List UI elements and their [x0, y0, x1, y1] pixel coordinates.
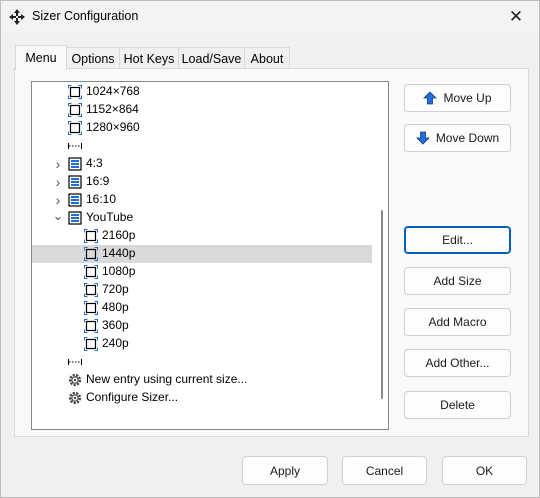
tree-item[interactable]: 720p	[32, 281, 372, 299]
tree-item-label: 240p	[102, 336, 129, 350]
separator-icon	[68, 359, 82, 365]
size-icon	[84, 301, 98, 315]
menu-tab-panel: Configure Sizer... New entry using curren…	[14, 68, 529, 437]
size-icon	[84, 319, 98, 333]
tree-item-label: 1440p	[102, 246, 136, 260]
chevron-right-icon[interactable]: ›	[53, 191, 63, 209]
tree-item[interactable]: 1080p	[32, 263, 372, 281]
tree-item-label: YouTube	[86, 210, 134, 224]
delete-button[interactable]: Delete	[404, 391, 511, 419]
tree-item[interactable]: › 16:9	[32, 173, 372, 191]
add-macro-button[interactable]: Add Macro	[404, 308, 511, 336]
folder-list-icon	[68, 157, 82, 171]
tree-item-label: 16:10	[86, 192, 117, 206]
tree-item-label: 360p	[102, 318, 129, 332]
tree-item-label: 1024×768	[86, 84, 140, 98]
folder-list-icon	[68, 193, 82, 207]
arrow-up-icon	[423, 91, 438, 105]
folder-list-icon	[68, 175, 82, 189]
tree-item-label: 1280×960	[86, 120, 140, 134]
tab-options[interactable]: Options	[66, 47, 120, 69]
tree-item-label: 720p	[102, 282, 129, 296]
tree-item[interactable]: 1024×768	[32, 83, 372, 101]
tree-item[interactable]: 1440p	[32, 245, 372, 263]
tree-item-label: 2160p	[102, 228, 136, 242]
chevron-right-icon[interactable]: ›	[53, 173, 63, 191]
tree-item-label: 480p	[102, 300, 129, 314]
title-bar[interactable]: Sizer Configuration ✕	[1, 1, 539, 33]
close-icon: ✕	[508, 7, 524, 26]
tree-item-label: New entry using current size...	[86, 372, 248, 386]
tree-separator-row[interactable]	[32, 137, 372, 155]
tree-item[interactable]: 1152×864	[32, 101, 372, 119]
size-icon	[84, 265, 98, 279]
apply-button[interactable]: Apply	[242, 456, 328, 485]
arrow-down-icon	[415, 131, 430, 145]
tree-item[interactable]: 240p	[32, 335, 372, 353]
tab-hot-keys[interactable]: Hot Keys	[119, 47, 179, 69]
ok-button[interactable]: OK	[442, 456, 527, 485]
move-arrows-icon	[9, 9, 25, 25]
chevron-down-icon[interactable]: ⌄	[53, 207, 64, 225]
chevron-right-icon[interactable]: ›	[53, 155, 63, 173]
tab-about[interactable]: About	[244, 47, 290, 69]
tab-menu[interactable]: Menu	[15, 45, 67, 70]
tree-item-label: 1080p	[102, 264, 136, 278]
move-up-button[interactable]: Move Up	[404, 84, 511, 112]
cancel-button[interactable]: Cancel	[342, 456, 427, 485]
tree-item[interactable]: 480p	[32, 299, 372, 317]
tree-item[interactable]: 360p	[32, 317, 372, 335]
menu-tree-view[interactable]: Configure Sizer... New entry using curren…	[31, 81, 389, 430]
tree-item[interactable]: 1280×960	[32, 119, 372, 137]
edit-button[interactable]: Edit...	[404, 226, 511, 254]
tree-item-label: 4:3	[86, 156, 103, 170]
tree-item[interactable]: Configure Sizer...	[32, 389, 372, 407]
window-title: Sizer Configuration	[32, 9, 139, 23]
tree-item[interactable]: › 16:10	[32, 191, 372, 209]
add-other-button[interactable]: Add Other...	[404, 349, 511, 377]
scrollbar-thumb[interactable]	[381, 210, 383, 399]
tree-item-label: 16:9	[86, 174, 110, 188]
separator-icon	[68, 143, 82, 149]
size-icon	[84, 229, 98, 243]
tree-item[interactable]: New entry using current size...	[32, 371, 372, 389]
tree-item[interactable]: ⌄ YouTube	[32, 207, 372, 227]
size-icon	[84, 247, 98, 261]
tree-item[interactable]: 2160p	[32, 227, 372, 245]
tree-item-label: 1152×864	[86, 102, 139, 116]
size-icon	[68, 103, 82, 117]
gear-icon	[68, 391, 82, 405]
gear-icon	[68, 373, 82, 387]
folder-list-icon	[68, 211, 82, 225]
size-icon	[68, 121, 82, 135]
tab-load-save[interactable]: Load/Save	[178, 47, 245, 69]
add-size-button[interactable]: Add Size	[404, 267, 511, 295]
size-icon	[84, 337, 98, 351]
vertical-scrollbar[interactable]	[374, 82, 388, 429]
sizer-configuration-window: Sizer Configuration ✕ Menu Options Hot K…	[0, 0, 540, 498]
tree-separator-row[interactable]	[32, 353, 372, 371]
size-icon	[68, 85, 82, 99]
size-icon	[84, 283, 98, 297]
move-down-button[interactable]: Move Down	[404, 124, 511, 152]
tree-item[interactable]: › 4:3	[32, 155, 372, 173]
close-button[interactable]: ✕	[493, 1, 539, 33]
tree-item-label: Configure Sizer...	[86, 390, 179, 404]
